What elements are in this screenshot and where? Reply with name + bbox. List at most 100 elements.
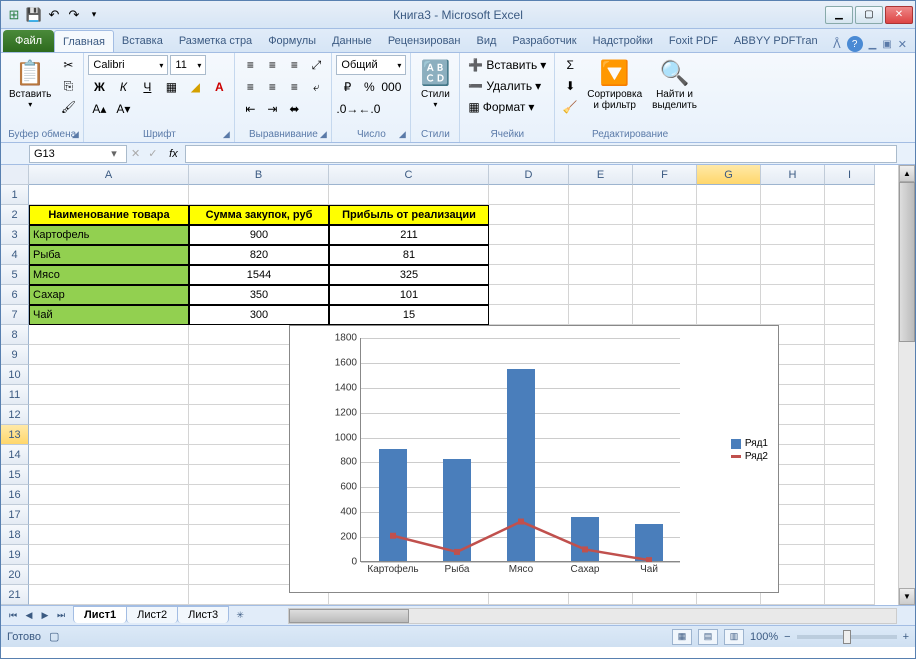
format-cells-button[interactable]: ▦Формат ▾ <box>464 97 538 117</box>
cell[interactable] <box>29 525 189 545</box>
scroll-thumb[interactable] <box>289 609 409 623</box>
row-header[interactable]: 21 <box>1 585 29 605</box>
cell[interactable]: 81 <box>329 245 489 265</box>
cell[interactable] <box>29 505 189 525</box>
cell[interactable]: Мясо <box>29 265 189 285</box>
row-header[interactable]: 19 <box>1 545 29 565</box>
row-header[interactable]: 13 <box>1 425 29 445</box>
ribbon-tab[interactable]: Формулы <box>260 30 324 52</box>
number-format-combo[interactable]: Общий▾ <box>336 55 406 75</box>
cell[interactable] <box>633 205 697 225</box>
ribbon-tab[interactable]: Разметка стра <box>171 30 260 52</box>
normal-view-icon[interactable]: ▦ <box>672 629 692 645</box>
cell[interactable] <box>761 305 825 325</box>
border-icon[interactable]: ▦ <box>160 77 182 97</box>
italic-icon[interactable]: К <box>112 77 134 97</box>
file-tab[interactable]: Файл <box>3 30 54 52</box>
sheet-first-icon[interactable]: ⏮ <box>5 608 21 624</box>
cell[interactable] <box>29 385 189 405</box>
column-header[interactable]: E <box>569 165 633 185</box>
macro-record-icon[interactable]: ▢ <box>49 630 59 643</box>
cell[interactable] <box>761 265 825 285</box>
cell[interactable]: 101 <box>329 285 489 305</box>
horizontal-scrollbar[interactable] <box>288 608 897 624</box>
cell[interactable] <box>633 225 697 245</box>
cell[interactable]: 350 <box>189 285 329 305</box>
maximize-button[interactable]: ▢ <box>855 6 883 24</box>
cell[interactable]: Картофель <box>29 225 189 245</box>
cell[interactable] <box>825 545 875 565</box>
cell[interactable] <box>825 185 875 205</box>
align-center-icon[interactable]: ≡ <box>261 77 283 97</box>
fx-icon[interactable]: fx <box>161 148 185 160</box>
zoom-level[interactable]: 100% <box>750 631 778 643</box>
cell[interactable] <box>569 305 633 325</box>
help-icon[interactable]: ? <box>847 36 863 52</box>
cell[interactable] <box>825 205 875 225</box>
close-button[interactable]: ✕ <box>885 6 913 24</box>
cell[interactable] <box>633 265 697 285</box>
vertical-scrollbar[interactable]: ▲ ▼ <box>898 165 915 605</box>
cell[interactable] <box>633 185 697 205</box>
name-box-dropdown-icon[interactable]: ▾ <box>106 147 122 160</box>
cell[interactable]: Прибыль от реализации <box>329 205 489 225</box>
cell[interactable] <box>825 585 875 605</box>
bold-icon[interactable]: Ж <box>88 77 110 97</box>
paste-button[interactable]: 📋 Вставить ▾ <box>5 55 55 111</box>
select-all-corner[interactable] <box>1 165 29 185</box>
cell[interactable] <box>825 285 875 305</box>
cell[interactable] <box>489 245 569 265</box>
cell[interactable] <box>29 365 189 385</box>
clear-icon[interactable]: 🧹 <box>559 97 581 117</box>
cell[interactable] <box>761 245 825 265</box>
cell[interactable]: 325 <box>329 265 489 285</box>
fill-icon[interactable]: ⬇ <box>559 76 581 96</box>
worksheet-grid[interactable]: ABCDEFGHI 123456789101112131415161718192… <box>1 165 915 605</box>
row-header[interactable]: 9 <box>1 345 29 365</box>
cell[interactable]: 15 <box>329 305 489 325</box>
minimize-ribbon-icon[interactable]: ᐰ <box>833 38 841 51</box>
cell[interactable] <box>825 325 875 345</box>
increase-decimal-icon[interactable]: .0→ <box>336 99 358 119</box>
decrease-decimal-icon[interactable]: ←.0 <box>358 99 380 119</box>
sheet-tab[interactable]: Лист3 <box>177 606 229 623</box>
find-select-button[interactable]: 🔍 Найти и выделить <box>648 55 701 113</box>
sheet-tab[interactable]: Лист1 <box>73 606 127 623</box>
cell[interactable] <box>29 425 189 445</box>
align-middle-icon[interactable]: ≡ <box>261 55 283 75</box>
cell[interactable] <box>697 285 761 305</box>
format-painter-icon[interactable]: 🖌 <box>57 97 79 117</box>
sheet-next-icon[interactable]: ▶ <box>37 608 53 624</box>
row-header[interactable]: 5 <box>1 265 29 285</box>
cell[interactable] <box>569 225 633 245</box>
font-name-combo[interactable]: Calibri▾ <box>88 55 168 75</box>
copy-icon[interactable]: ⎘ <box>57 76 79 96</box>
name-box[interactable]: G13 ▾ <box>29 145 127 163</box>
cell[interactable] <box>825 305 875 325</box>
cell[interactable] <box>825 245 875 265</box>
cell[interactable] <box>697 185 761 205</box>
row-header[interactable]: 2 <box>1 205 29 225</box>
fill-color-icon[interactable]: ◢ <box>184 77 206 97</box>
cell[interactable]: Рыба <box>29 245 189 265</box>
row-header[interactable]: 12 <box>1 405 29 425</box>
cell[interactable] <box>329 185 489 205</box>
sheet-prev-icon[interactable]: ◀ <box>21 608 37 624</box>
cell[interactable]: Сумма закупок, руб <box>189 205 329 225</box>
cell[interactable] <box>29 405 189 425</box>
row-header[interactable]: 15 <box>1 465 29 485</box>
cell[interactable] <box>29 465 189 485</box>
zoom-thumb[interactable] <box>843 630 851 644</box>
dialog-launcher-icon[interactable]: ◢ <box>69 128 81 140</box>
cell[interactable] <box>29 185 189 205</box>
cell[interactable]: 300 <box>189 305 329 325</box>
cell[interactable] <box>29 565 189 585</box>
cell[interactable] <box>29 485 189 505</box>
cell[interactable]: 820 <box>189 245 329 265</box>
cell[interactable] <box>761 285 825 305</box>
percent-icon[interactable]: % <box>358 77 380 97</box>
cell[interactable] <box>761 205 825 225</box>
qat-customize-icon[interactable]: ▾ <box>85 6 103 24</box>
grow-font-icon[interactable]: A▴ <box>88 99 110 119</box>
delete-cells-button[interactable]: ➖Удалить ▾ <box>464 76 545 96</box>
